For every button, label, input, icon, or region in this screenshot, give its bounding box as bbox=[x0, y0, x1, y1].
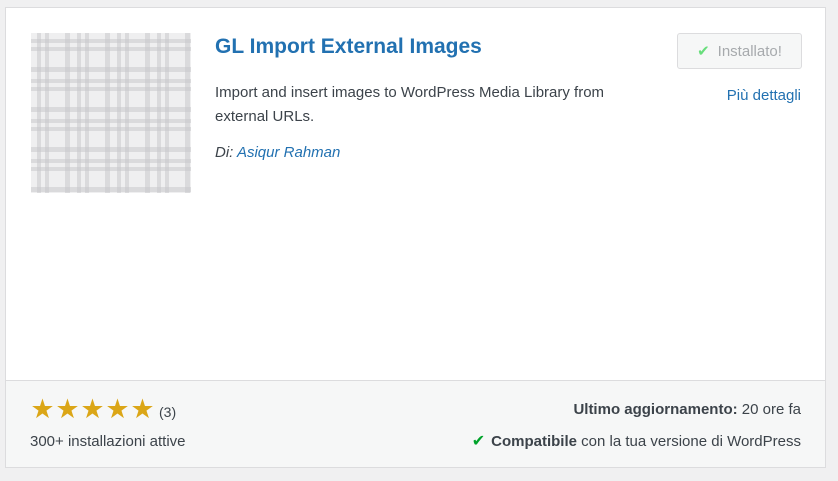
checkmark-icon: ✔ bbox=[697, 42, 710, 60]
star-filled-icon: ★ bbox=[55, 394, 80, 424]
plugin-thumbnail[interactable] bbox=[31, 33, 191, 193]
compat-strong: Compatibile bbox=[491, 433, 577, 450]
last-updated-value: 20 ore fa bbox=[741, 401, 801, 418]
more-details-link[interactable]: Più dettagli bbox=[727, 87, 801, 104]
plugin-author: Di: Asiqur Rahman bbox=[215, 144, 340, 161]
compat-text: Compatibile con la tua versione di WordP… bbox=[491, 433, 801, 450]
star-filled-icon: ★ bbox=[105, 394, 130, 424]
star-filled-icon: ★ bbox=[80, 394, 105, 424]
plugin-title-link[interactable]: GL Import External Images bbox=[215, 35, 482, 59]
star-filled-icon: ★ bbox=[30, 394, 55, 424]
plugin-description: Import and insert images to WordPress Me… bbox=[215, 84, 605, 125]
compatibility-status: ✔ Compatibile con la tua versione di Wor… bbox=[472, 433, 801, 450]
installed-button[interactable]: ✔ Installato! bbox=[677, 33, 802, 69]
author-link[interactable]: Asiqur Rahman bbox=[237, 144, 340, 161]
checkmark-icon: ✔ bbox=[471, 432, 486, 450]
rating-count: (3) bbox=[159, 403, 177, 420]
star-filled-icon: ★ bbox=[130, 394, 155, 424]
last-updated: Ultimo aggiornamento: 20 ore fa bbox=[573, 401, 801, 418]
active-installs: 300+ installazioni attive bbox=[30, 433, 186, 450]
plugin-card-footer: ★ ★ ★ ★ ★ (3) 300+ installazioni attive … bbox=[6, 380, 825, 467]
star-rating: ★ ★ ★ ★ ★ (3) bbox=[30, 396, 176, 423]
installed-label: Installato! bbox=[717, 42, 782, 60]
author-prefix: Di: bbox=[215, 144, 234, 161]
last-updated-label: Ultimo aggiornamento: bbox=[573, 401, 738, 418]
compat-rest: con la tua versione di WordPress bbox=[581, 433, 801, 450]
plugin-card: GL Import External Images Import and ins… bbox=[5, 7, 826, 468]
